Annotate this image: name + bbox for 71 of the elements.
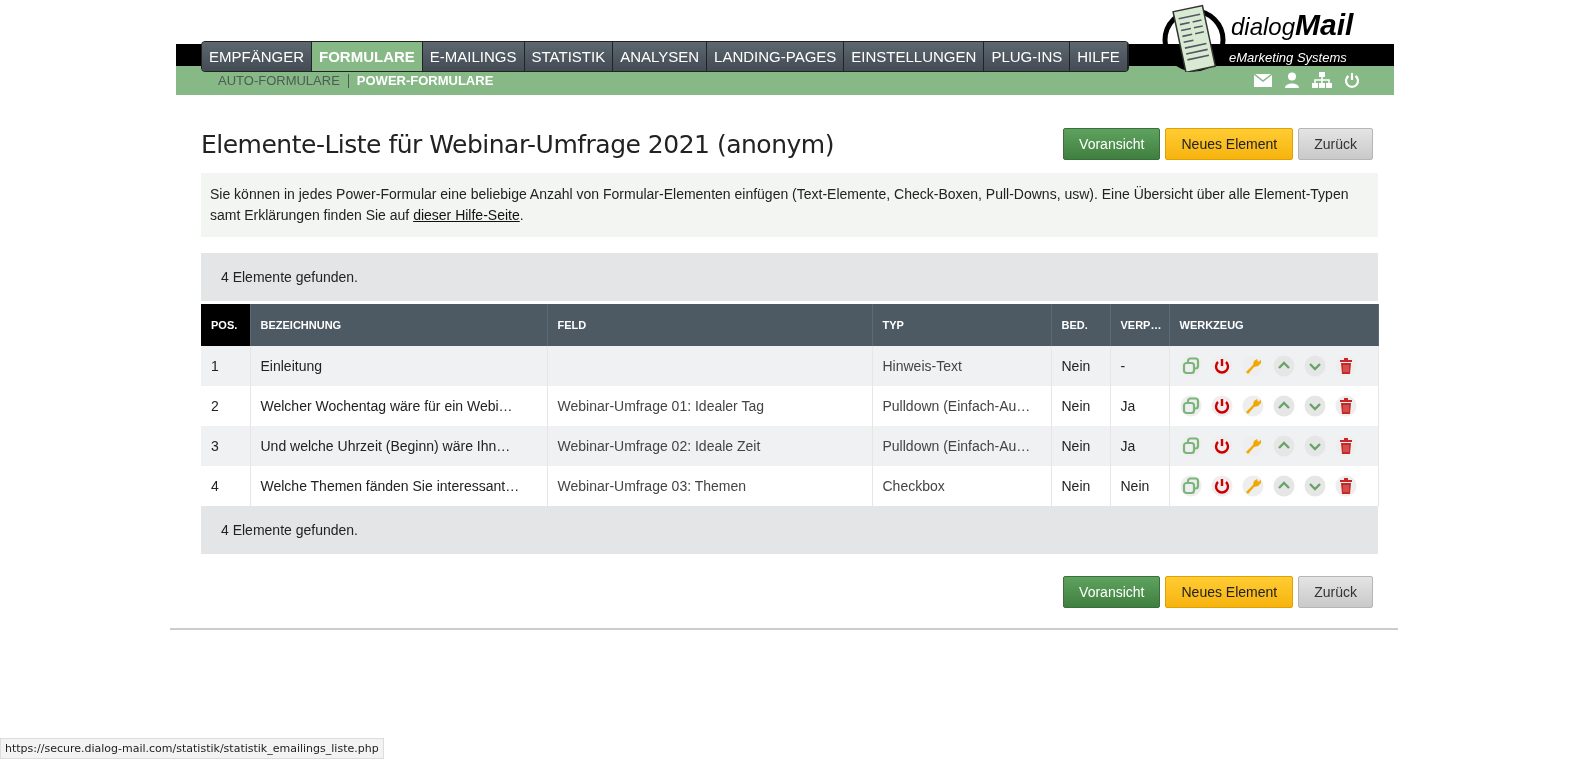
table-cell: - (1120, 358, 1126, 374)
preview-button[interactable]: Voransicht (1063, 576, 1161, 608)
nav-tab[interactable]: LANDING-PAGES (707, 42, 845, 71)
result-count: 4 Elemente gefunden. (221, 522, 358, 538)
column-header[interactable]: VERP… (1110, 304, 1169, 346)
copy-icon[interactable] (1179, 475, 1202, 497)
chevron-down-icon[interactable] (1303, 475, 1326, 497)
envelope-icon[interactable] (1254, 72, 1272, 88)
power-icon[interactable] (1210, 475, 1233, 497)
trash-icon[interactable] (1334, 475, 1357, 497)
table-cell: Einleitung (260, 358, 322, 374)
table-cell: Webinar-Umfrage 03: Themen (557, 478, 747, 494)
new-element-button[interactable]: Neues Element (1165, 576, 1294, 608)
table-cell: 2 (211, 398, 219, 414)
column-header[interactable]: POS. (201, 304, 250, 346)
copy-icon[interactable] (1179, 395, 1202, 417)
nav-tab[interactable]: E-MAILINGS (422, 42, 525, 71)
sitemap-icon[interactable] (1312, 72, 1332, 88)
logo-tagline: eMarketing Systems (1229, 50, 1347, 65)
nav-tab[interactable]: EMPFÄNGER (202, 42, 312, 71)
table-cell: Nein (1061, 478, 1091, 494)
table-cell: Nein (1061, 358, 1091, 374)
table-cell: Welche Themen fänden Sie interessant… (260, 478, 520, 494)
power-icon[interactable] (1210, 395, 1233, 417)
chevron-up-icon[interactable] (1272, 355, 1295, 377)
column-header[interactable]: FELD (547, 304, 872, 346)
chevron-up-icon[interactable] (1272, 475, 1295, 497)
column-header[interactable]: WERKZEUG (1169, 304, 1378, 346)
column-header[interactable]: TYP (872, 304, 1051, 346)
chevron-down-icon[interactable] (1303, 395, 1326, 417)
help-link[interactable]: dieser Hilfe-Seite (413, 207, 520, 223)
wrench-icon[interactable] (1241, 475, 1264, 497)
table-cell: Hinweis-Text (882, 358, 962, 374)
nav-tab[interactable]: STATISTIK (524, 42, 614, 71)
column-header[interactable]: BED. (1051, 304, 1110, 346)
page-title: Elemente-Liste für Webinar-Umfrage 2021 (anonym) (201, 129, 834, 159)
table-cell: 1 (211, 358, 219, 374)
table-cell: Und welche Uhrzeit (Beginn) wäre Ihn… (260, 438, 511, 454)
chevron-up-icon[interactable] (1272, 395, 1295, 417)
user-icon[interactable] (1284, 72, 1300, 88)
table-cell: Nein (1061, 438, 1091, 454)
nav-tab[interactable]: ANALYSEN (613, 42, 708, 71)
table-cell: Welcher Wochentag wäre für ein Webi… (260, 398, 513, 414)
new-element-button[interactable]: Neues Element (1165, 128, 1294, 160)
table-cell: Webinar-Umfrage 02: Ideale Zeit (557, 438, 761, 454)
table-cell: Nein (1061, 398, 1091, 414)
nav-tab[interactable]: HILFE (1070, 42, 1128, 71)
intro-text: Sie können in jedes Power-Formular eine beliebige Anzahl von Formular-Elementen einfügen (Text-Elemente, Check-Boxen, Pull-Downs, usw). Eine Übersicht über alle Element-Typen samt Erklärungen finden Sie auf dieser Hilfe-Seite. (201, 173, 1378, 237)
table-cell: Pulldown (Einfach-Au… (882, 438, 1031, 454)
status-bar-url: https://secure.dialog-mail.com/statistik/statistik_emailings_liste.php (0, 738, 384, 759)
column-header[interactable]: BEZEICHNUNG (250, 304, 547, 346)
table-cell: 4 (211, 478, 219, 494)
trash-icon[interactable] (1334, 395, 1357, 417)
chevron-down-icon[interactable] (1303, 435, 1326, 457)
logo-text: dialogMail (1231, 8, 1354, 42)
table-cell: 3 (211, 438, 219, 454)
table-cell: Checkbox (882, 478, 945, 494)
back-button[interactable]: Zurück (1298, 128, 1373, 160)
preview-button[interactable]: Voransicht (1063, 128, 1161, 160)
table-cell: Nein (1120, 478, 1150, 494)
nav-tab[interactable]: EINSTELLUNGEN (844, 42, 985, 71)
nav-tab[interactable]: PLUG-INS (984, 42, 1071, 71)
table-cell: Pulldown (Einfach-Au… (882, 398, 1031, 414)
chevron-up-icon[interactable] (1272, 435, 1295, 457)
table-cell: Webinar-Umfrage 01: Idealer Tag (557, 398, 764, 414)
chevron-down-icon[interactable] (1303, 355, 1326, 377)
table-cell: Ja (1120, 438, 1136, 454)
table-cell: Ja (1120, 398, 1136, 414)
result-count: 4 Elemente gefunden. (221, 269, 358, 285)
back-button[interactable]: Zurück (1298, 576, 1373, 608)
wrench-icon[interactable] (1241, 395, 1264, 417)
